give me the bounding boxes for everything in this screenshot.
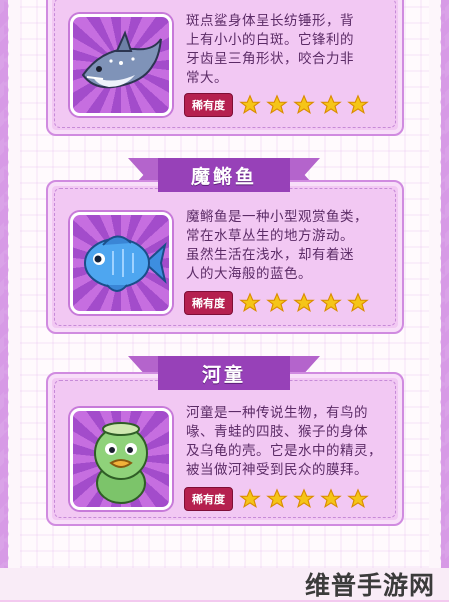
star-icon	[347, 488, 369, 509]
star-icon	[293, 292, 315, 313]
creature-description: 河童是一种传说生物，有鸟的 喙、青蛙的四肢、猴子的身体 及乌龟的壳。它是水中的精…	[186, 405, 382, 478]
star-icon	[293, 488, 315, 509]
creature-description: 斑点鲨身体呈长纺锤形，背 上有小小的白斑。它锋利的 牙齿呈三角形状，咬合力非 常…	[186, 13, 354, 86]
star-icon	[266, 292, 288, 313]
star-icon	[320, 488, 342, 509]
star-icon	[239, 292, 261, 313]
star-icon	[320, 292, 342, 313]
star-icon	[293, 94, 315, 115]
creature-card-shark[interactable]: 斑点鲨身体呈长纺锤形，背 上有小小的白斑。它锋利的 牙齿呈三角形状，咬合力非 常…	[46, 0, 404, 136]
blue-fish-icon	[70, 212, 172, 314]
star-icon	[266, 94, 288, 115]
star-icon	[266, 488, 288, 509]
rarity-badge: 稀有度	[184, 487, 233, 511]
star-icon	[320, 94, 342, 115]
star-icon	[347, 94, 369, 115]
star-icon	[239, 488, 261, 509]
kappa-icon	[70, 408, 172, 510]
rarity-badge: 稀有度	[184, 291, 233, 315]
star-icon	[239, 94, 261, 115]
creature-description: 魔鳉鱼是一种小型观赏鱼类， 常在水草丛生的地方游动。 虽然生活在浅水，却有着迷 …	[186, 209, 368, 282]
rarity-row: 稀有度	[184, 487, 374, 511]
site-watermark: 维普手游网	[304, 571, 435, 600]
creature-card-kappa[interactable]: 河童是一种传说生物，有鸟的 喙、青蛙的四肢、猴子的身体 及乌龟的壳。它是水中的精…	[46, 372, 404, 526]
creature-title: 魔鳉鱼	[158, 158, 290, 192]
creature-title: 河童	[158, 356, 290, 390]
creature-card-fish[interactable]: 魔鳉鱼是一种小型观赏鱼类， 常在水草丛生的地方游动。 虽然生活在浅水，却有着迷 …	[46, 180, 404, 334]
rarity-row: 稀有度	[184, 93, 374, 117]
shark-icon	[70, 14, 172, 116]
star-icon	[347, 292, 369, 313]
rarity-badge: 稀有度	[184, 93, 233, 117]
rarity-row: 稀有度	[184, 291, 374, 315]
